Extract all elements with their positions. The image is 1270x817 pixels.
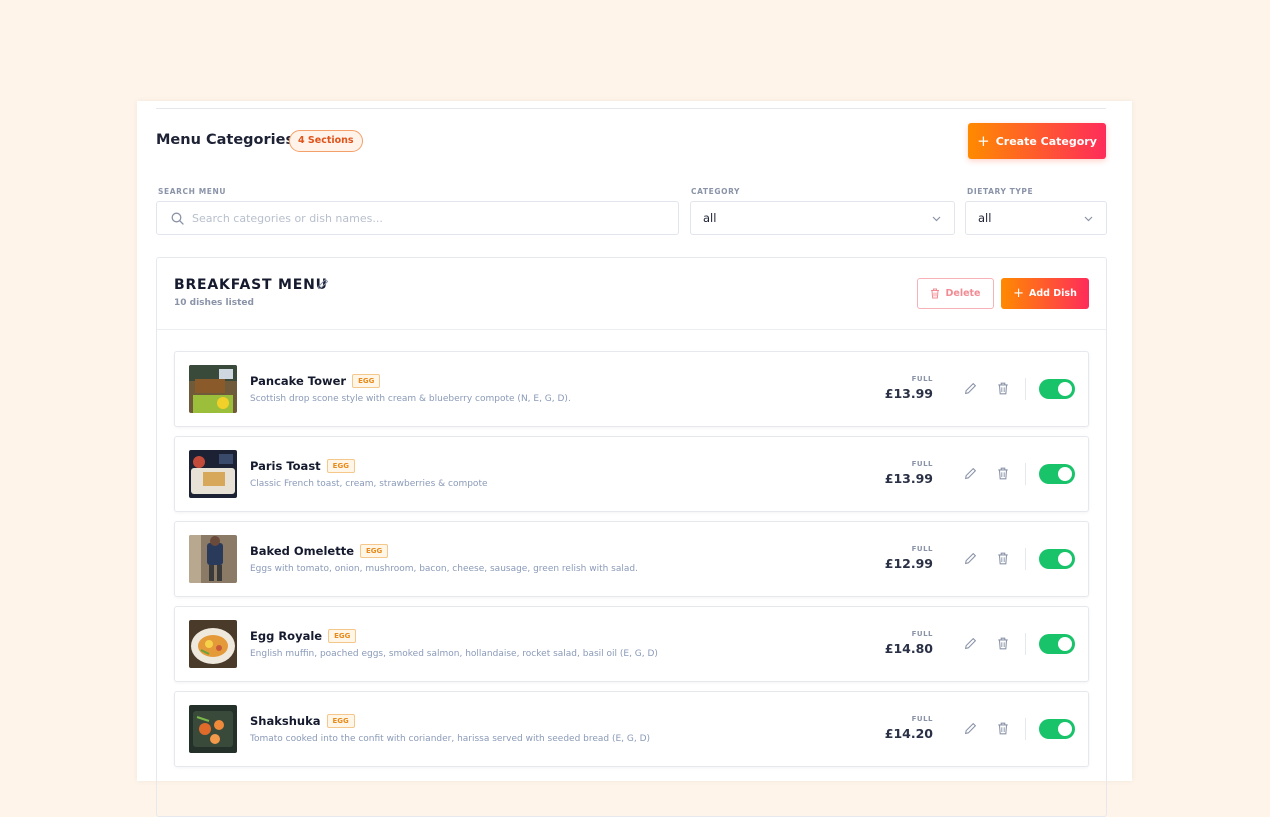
dish-description: Eggs with tomato, onion, mushroom, bacon… [250, 564, 638, 574]
trash-icon [930, 288, 940, 299]
delete-section-button[interactable]: Delete [917, 278, 994, 309]
dish-tag: EGG [328, 629, 357, 643]
price-label: FULL [911, 545, 933, 553]
dish-description: Scottish drop scone style with cream & b… [250, 394, 571, 404]
dish-row: Egg Royale EGG English muffin, poached eg… [174, 606, 1089, 682]
dish-name: Egg Royale [250, 629, 323, 643]
dish-row: Baked Omelette EGG Eggs with tomato, onio… [174, 521, 1089, 597]
create-category-button[interactable]: + Create Category [968, 123, 1106, 159]
chevron-down-icon [931, 213, 942, 224]
price-label: FULL [911, 630, 933, 638]
dish-tag: EGG [326, 459, 355, 473]
dish-row: Paris Toast EGG Classic French toast, cre… [174, 436, 1089, 512]
dish-tag: EGG [326, 714, 355, 728]
divider [156, 108, 1106, 109]
dietary-select[interactable]: all [965, 201, 1107, 235]
dish-image [189, 705, 237, 753]
dietary-value: all [978, 211, 992, 225]
toggle-knob [1058, 722, 1072, 736]
dish-price: £14.80 [884, 641, 933, 656]
chevron-down-icon [1083, 213, 1094, 224]
search-label: SEARCH MENU [158, 187, 227, 196]
pencil-icon[interactable] [317, 278, 329, 290]
section-title: BREAKFAST MENU [174, 277, 328, 293]
dish-price: £13.99 [884, 471, 933, 486]
availability-toggle[interactable] [1039, 549, 1075, 569]
pencil-icon[interactable] [964, 467, 977, 480]
pencil-icon[interactable] [964, 382, 977, 395]
category-value: all [703, 211, 717, 225]
plus-icon: + [977, 131, 990, 150]
price-label: FULL [911, 375, 933, 383]
divider [1025, 633, 1026, 655]
dish-name: Shakshuka [250, 714, 321, 728]
sections-count-badge: 4 Sections [289, 130, 363, 152]
divider [1025, 378, 1026, 400]
price-label: FULL [911, 715, 933, 723]
dish-image [189, 365, 237, 413]
dish-name-wrap: Egg Royale EGG [250, 629, 357, 643]
add-dish-button[interactable]: + Add Dish [1001, 278, 1089, 309]
availability-toggle[interactable] [1039, 464, 1075, 484]
dish-name-wrap: Shakshuka EGG [250, 714, 355, 728]
dish-description: Tomato cooked into the confit with coria… [250, 734, 651, 744]
create-category-label: Create Category [995, 134, 1097, 148]
dish-tag: EGG [360, 544, 389, 558]
dish-name: Baked Omelette [250, 544, 354, 558]
dish-name: Paris Toast [250, 459, 321, 473]
trash-icon[interactable] [997, 637, 1009, 650]
dish-description: English muffin, poached eggs, smoked sal… [250, 649, 658, 659]
trash-icon[interactable] [997, 552, 1009, 565]
category-label: CATEGORY [691, 187, 741, 196]
price-label: FULL [911, 460, 933, 468]
trash-icon[interactable] [997, 382, 1009, 395]
dish-name-wrap: Baked Omelette EGG [250, 544, 389, 558]
dish-price: £14.20 [884, 726, 933, 741]
dish-image [189, 535, 237, 583]
divider [1025, 718, 1026, 740]
dish-image [189, 450, 237, 498]
section-header: BREAKFAST MENU 10 dishes listed Delete +… [157, 258, 1106, 330]
menu-panel: Menu Categories 4 Sections + Create Cate… [137, 101, 1132, 817]
toggle-knob [1058, 382, 1072, 396]
dish-name-wrap: Pancake Tower EGG [250, 374, 381, 388]
pencil-icon[interactable] [964, 637, 977, 650]
dish-description: Classic French toast, cream, strawberrie… [250, 479, 488, 489]
toggle-knob [1058, 637, 1072, 651]
divider [1025, 463, 1026, 485]
search-input[interactable]: Search categories or dish names... [156, 201, 679, 235]
dish-row: Pancake Tower EGG Scottish drop scone sty… [174, 351, 1089, 427]
toggle-knob [1058, 467, 1072, 481]
pencil-icon[interactable] [964, 552, 977, 565]
search-placeholder: Search categories or dish names... [192, 211, 383, 225]
divider [1025, 548, 1026, 570]
availability-toggle[interactable] [1039, 634, 1075, 654]
plus-icon: + [1013, 286, 1025, 301]
category-select[interactable]: all [690, 201, 955, 235]
toggle-knob [1058, 552, 1072, 566]
dish-row: Shakshuka EGG Tomato cooked into the conf… [174, 691, 1089, 767]
dietary-label: DIETARY TYPE [967, 187, 1034, 196]
add-dish-label: Add Dish [1029, 288, 1077, 299]
dish-price: £13.99 [884, 386, 933, 401]
search-icon [171, 212, 184, 225]
trash-icon[interactable] [997, 722, 1009, 735]
dish-name-wrap: Paris Toast EGG [250, 459, 355, 473]
dish-price: £12.99 [884, 556, 933, 571]
category-section: BREAKFAST MENU 10 dishes listed Delete +… [156, 257, 1107, 817]
page-title: Menu Categories [156, 132, 295, 148]
availability-toggle[interactable] [1039, 719, 1075, 739]
section-dish-count: 10 dishes listed [174, 298, 254, 308]
pencil-icon[interactable] [964, 722, 977, 735]
availability-toggle[interactable] [1039, 379, 1075, 399]
dish-image [189, 620, 237, 668]
trash-icon[interactable] [997, 467, 1009, 480]
dish-name: Pancake Tower [250, 374, 347, 388]
delete-label: Delete [945, 288, 981, 299]
dish-tag: EGG [352, 374, 381, 388]
